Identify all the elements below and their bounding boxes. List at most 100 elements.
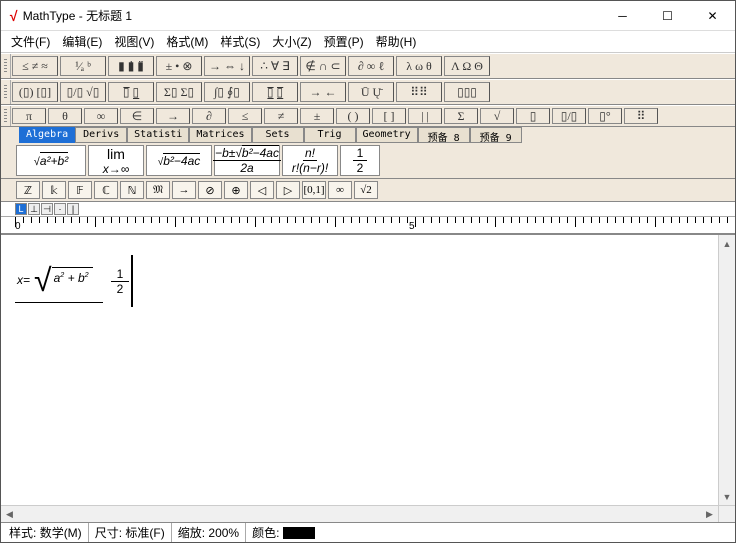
small-sym-7[interactable]: ⊘ <box>198 181 222 199</box>
palette-btn-r1-0[interactable]: ≤ ≠ ≈ <box>12 56 58 76</box>
minimize-button[interactable]: ─ <box>600 1 645 31</box>
small-sym-3[interactable]: ℂ <box>94 181 118 199</box>
palette-btn-r2-0[interactable]: (▯) [▯] <box>12 82 58 102</box>
menu-file[interactable]: 文件(F) <box>5 31 56 52</box>
tab-trig[interactable]: Trig <box>304 127 356 143</box>
palette-btn-r2-4[interactable]: ∫▯ ∮▯ <box>204 82 250 102</box>
tab-stop-bar[interactable]: | <box>67 203 79 215</box>
palette-btn-r3-17[interactable]: ⠿ <box>624 108 658 124</box>
tab-algebra[interactable]: Algebra <box>19 127 75 143</box>
scroll-down-icon[interactable]: ▼ <box>719 488 735 505</box>
small-sym-11[interactable]: [0,1] <box>302 181 326 199</box>
palette-btn-r1-3[interactable]: ± • ⊗ <box>156 56 202 76</box>
small-sym-4[interactable]: ℕ <box>120 181 144 199</box>
small-sym-9[interactable]: ◁ <box>250 181 274 199</box>
palette-btn-r3-2[interactable]: ∞ <box>84 108 118 124</box>
palette-btn-r3-12[interactable]: Σ <box>444 108 478 124</box>
tab-stop-decimal[interactable]: · <box>54 203 66 215</box>
palette-btn-r3-5[interactable]: ∂ <box>192 108 226 124</box>
menu-preset[interactable]: 预置(P) <box>318 31 370 52</box>
tab-sets[interactable]: Sets <box>252 127 304 143</box>
toolbar-handle[interactable] <box>1 80 11 104</box>
small-sym-0[interactable]: ℤ <box>16 181 40 199</box>
template-half[interactable]: 12 <box>340 145 380 176</box>
template-quadratic[interactable]: −b±√b²−4ac2a <box>214 145 280 176</box>
palette-btn-r1-8[interactable]: λ ω θ <box>396 56 442 76</box>
status-zoom[interactable]: 缩放: 200% <box>172 523 246 542</box>
equation-editor[interactable]: ▲ ▼ x= √ a2 + b2 1 2 <box>1 235 735 505</box>
palette-btn-r3-10[interactable]: [ ] <box>372 108 406 124</box>
palette-btn-r2-1[interactable]: ▯/▯ √▯ <box>60 82 106 102</box>
palette-btn-r2-2[interactable]: ▯̅ ▯̲ <box>108 82 154 102</box>
palette-btn-r1-1[interactable]: ¹⁄ₐ ᵇ <box>60 56 106 76</box>
status-style[interactable]: 样式: 数学(M) <box>3 523 89 542</box>
toolbar-handle[interactable] <box>1 106 11 126</box>
maximize-button[interactable]: ☐ <box>645 1 690 31</box>
palette-btn-r2-7[interactable]: Ū Ų̄ <box>348 82 394 102</box>
palette-btn-r3-6[interactable]: ≤ <box>228 108 262 124</box>
palette-btn-r1-2[interactable]: ▮ ▮̇ ▮̈ <box>108 56 154 76</box>
horizontal-ruler[interactable]: 0 5 <box>1 216 735 234</box>
equation-content[interactable]: x= √ a2 + b2 1 2 <box>15 255 721 307</box>
tab-derivs[interactable]: Derivs <box>75 127 127 143</box>
tab-stop-center[interactable]: ⊥ <box>28 203 40 215</box>
menu-style[interactable]: 样式(S) <box>214 31 266 52</box>
small-sym-10[interactable]: ▷ <box>276 181 300 199</box>
template-combination[interactable]: n!r!(n−r)! <box>282 145 338 176</box>
palette-btn-r1-6[interactable]: ∉ ∩ ⊂ <box>300 56 346 76</box>
tab-stop-indicators: L ⊥ ⊣ · | <box>1 202 735 216</box>
small-sym-5[interactable]: 𝔐 <box>146 181 170 199</box>
small-sym-1[interactable]: 𝕜 <box>42 181 66 199</box>
small-sym-12[interactable]: ∞ <box>328 181 352 199</box>
scroll-right-icon[interactable]: ▶ <box>701 506 718 523</box>
palette-btn-r2-5[interactable]: ▯̲̅ ▯̲̅ <box>252 82 298 102</box>
tab-statisti[interactable]: Statisti <box>127 127 189 143</box>
palette-btn-r2-9[interactable]: ▯▯▯ <box>444 82 490 102</box>
palette-btn-r1-9[interactable]: Λ Ω Θ <box>444 56 490 76</box>
palette-btn-r3-14[interactable]: ▯ <box>516 108 550 124</box>
small-sym-13[interactable]: √2 <box>354 181 378 199</box>
menu-format[interactable]: 格式(M) <box>160 31 214 52</box>
menu-size[interactable]: 大小(Z) <box>266 31 317 52</box>
small-sym-2[interactable]: 𝔽 <box>68 181 92 199</box>
palette-btn-r1-7[interactable]: ∂ ∞ ℓ <box>348 56 394 76</box>
palette-btn-r3-15[interactable]: ▯/▯ <box>552 108 586 124</box>
palette-btn-r3-3[interactable]: ∈ <box>120 108 154 124</box>
palette-btn-r3-1[interactable]: θ <box>48 108 82 124</box>
status-size[interactable]: 尺寸: 标准(F) <box>89 523 172 542</box>
horizontal-scrollbar[interactable]: ◀ ▶ <box>1 505 735 522</box>
toolbar-handle[interactable] <box>1 54 11 78</box>
scroll-left-icon[interactable]: ◀ <box>1 506 18 523</box>
palette-btn-r3-9[interactable]: ( ) <box>336 108 370 124</box>
template-limit[interactable]: limx→∞ <box>88 145 144 176</box>
tab-stop-right[interactable]: ⊣ <box>41 203 53 215</box>
menu-help[interactable]: 帮助(H) <box>370 31 423 52</box>
palette-btn-r3-0[interactable]: π <box>12 108 46 124</box>
tab-matrices[interactable]: Matrices <box>189 127 251 143</box>
close-button[interactable]: ✕ <box>690 1 735 31</box>
small-sym-6[interactable]: → <box>172 181 196 199</box>
palette-btn-r1-5[interactable]: ∴ ∀ ∃ <box>252 56 298 76</box>
tab-geometry[interactable]: Geometry <box>356 127 418 143</box>
palette-btn-r3-13[interactable]: √ <box>480 108 514 124</box>
palette-btn-r3-8[interactable]: ± <box>300 108 334 124</box>
palette-btn-r2-3[interactable]: Σ▯ Σ▯ <box>156 82 202 102</box>
vertical-scrollbar[interactable]: ▲ ▼ <box>718 235 735 505</box>
menu-edit[interactable]: 编辑(E) <box>56 31 108 52</box>
palette-btn-r2-8[interactable]: ⠿⠿ <box>396 82 442 102</box>
status-color[interactable]: 颜色: <box>246 523 321 542</box>
tab-预备 8[interactable]: 预备 8 <box>418 127 470 143</box>
palette-btn-r2-6[interactable]: → ← <box>300 82 346 102</box>
template-sqrt-a2b2[interactable]: √a²+b² <box>16 145 86 176</box>
palette-btn-r3-11[interactable]: | | <box>408 108 442 124</box>
small-sym-8[interactable]: ⊕ <box>224 181 248 199</box>
palette-btn-r3-4[interactable]: → <box>156 108 190 124</box>
tab-stop-left[interactable]: L <box>15 203 27 215</box>
template-discriminant[interactable]: √b²−4ac <box>146 145 212 176</box>
tab-预备 9[interactable]: 预备 9 <box>470 127 522 143</box>
palette-btn-r1-4[interactable]: → ⇔ ↓ <box>204 56 250 76</box>
menu-view[interactable]: 视图(V) <box>108 31 160 52</box>
palette-btn-r3-16[interactable]: ▯° <box>588 108 622 124</box>
palette-btn-r3-7[interactable]: ≠ <box>264 108 298 124</box>
scroll-up-icon[interactable]: ▲ <box>719 235 735 252</box>
